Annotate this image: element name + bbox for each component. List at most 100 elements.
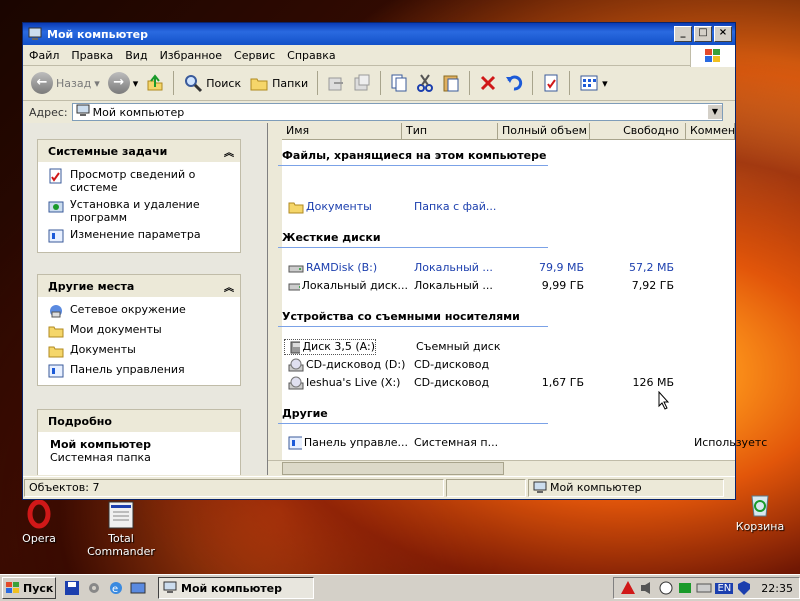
task-pane: Системные задачи ︽ Просмотр сведений о с… xyxy=(23,123,268,475)
maximize-button[interactable]: □ xyxy=(694,26,712,42)
column-header-name[interactable]: Имя xyxy=(282,123,402,139)
clock-icon[interactable] xyxy=(658,580,674,596)
address-input[interactable]: Мой компьютер ▼ xyxy=(71,103,723,121)
desktop-icon-recycle-bin[interactable]: Корзина xyxy=(734,488,786,533)
drive-row[interactable]: Диск 3,5 (A:) Съемный диск xyxy=(284,339,506,355)
place-network[interactable]: Сетевое окружение xyxy=(38,301,240,321)
task-change-setting[interactable]: Изменение параметра xyxy=(38,226,240,246)
collapse-chevron-icon[interactable]: ︽ xyxy=(224,279,234,294)
hard-disk-icon xyxy=(288,265,304,273)
drive-row[interactable]: CD-дисковод (D:) CD-дисковод xyxy=(284,357,504,373)
quick-launch: e xyxy=(64,580,146,596)
internet-explorer-icon[interactable]: e xyxy=(108,580,124,596)
move-to-icon xyxy=(328,77,344,91)
file-row[interactable]: Панель управле... Системная п... Использ… xyxy=(284,435,767,451)
drive-name: RAMDisk (B:) xyxy=(306,261,378,274)
group-divider xyxy=(278,165,548,166)
details-panel: Подробно Мой компьютер Системная папка xyxy=(37,409,241,475)
place-label: Сетевое окружение xyxy=(70,303,186,316)
gear-icon[interactable] xyxy=(86,580,102,596)
menu-file[interactable]: Файл xyxy=(23,49,65,62)
folders-button[interactable]: Папки xyxy=(247,73,310,93)
toolbar-separator xyxy=(569,71,571,95)
network-icon[interactable] xyxy=(677,580,693,596)
keyboard-icon[interactable] xyxy=(696,580,712,596)
delete-button[interactable] xyxy=(477,72,499,94)
security-icon[interactable] xyxy=(736,580,752,596)
task-view-system-info[interactable]: Просмотр сведений о системе xyxy=(38,166,240,196)
menu-edit[interactable]: Правка xyxy=(65,49,119,62)
up-folder-button[interactable] xyxy=(144,72,166,94)
copy-button[interactable] xyxy=(388,72,410,94)
details-header[interactable]: Подробно xyxy=(38,410,240,432)
title-bar[interactable]: Мой компьютер _ □ × xyxy=(23,23,735,45)
desktop-label-total-commander: Total Commander xyxy=(87,532,155,558)
desktop-icon-opera[interactable]: Opera xyxy=(14,499,64,545)
control-panel-icon xyxy=(288,436,302,450)
network-icon xyxy=(50,305,62,318)
drive-name: Локальный диск... xyxy=(301,279,408,292)
minimize-button[interactable]: _ xyxy=(674,26,692,42)
scissors-icon xyxy=(417,74,434,92)
desktop-icon-total-commander[interactable]: Total Commander xyxy=(86,500,156,558)
drive-row[interactable]: Локальный диск... Локальный ... 9,99 ГБ … xyxy=(284,278,674,294)
task-my-computer[interactable]: Мой компьютер xyxy=(158,577,314,599)
chevron-down-icon: ▾ xyxy=(602,76,608,90)
windows-logo-icon xyxy=(690,45,735,67)
status-location-text: Мой компьютер xyxy=(550,481,642,494)
drive-row[interactable]: Ieshua's Live (X:) CD-дисковод 1,67 ГБ 1… xyxy=(284,375,674,391)
scroll-thumb[interactable] xyxy=(282,462,504,475)
horizontal-scrollbar[interactable] xyxy=(268,460,735,475)
address-bar: Адрес: Мой компьютер ▼ xyxy=(23,101,735,124)
system-tasks-title: Системные задачи xyxy=(48,144,168,158)
column-header-type[interactable]: Тип xyxy=(402,123,498,139)
forward-button[interactable]: → ▾ xyxy=(106,72,141,94)
floppy-drive-icon xyxy=(290,341,301,354)
properties-button[interactable] xyxy=(540,72,562,94)
back-button[interactable]: ← Назад ▾ xyxy=(29,72,102,94)
task-label: Просмотр сведений о системе xyxy=(70,168,196,194)
clock[interactable]: 22:35 xyxy=(761,582,793,595)
address-dropdown-button[interactable]: ▼ xyxy=(708,105,722,119)
save-icon[interactable] xyxy=(64,580,80,596)
paste-button[interactable] xyxy=(440,72,462,94)
undo-button[interactable] xyxy=(503,72,525,94)
column-header-free[interactable]: Свободно xyxy=(590,123,686,139)
add-remove-programs-icon xyxy=(48,201,64,213)
close-button[interactable]: × xyxy=(714,26,732,42)
svg-text:e: e xyxy=(112,584,118,595)
forward-arrow-icon: → xyxy=(107,72,130,94)
toolbar-separator xyxy=(380,71,382,95)
column-header-total[interactable]: Полный объем xyxy=(498,123,590,139)
place-control-panel[interactable]: Панель управления xyxy=(38,361,240,381)
cd-drive-icon xyxy=(288,376,304,390)
drive-free: 57,2 МБ xyxy=(628,261,674,274)
start-button[interactable]: Пуск xyxy=(2,577,56,599)
menu-help[interactable]: Справка xyxy=(281,49,341,62)
move-to-button[interactable] xyxy=(325,72,347,94)
show-desktop-icon[interactable] xyxy=(130,580,146,596)
place-my-documents[interactable]: Мои документы xyxy=(38,321,240,341)
menu-tools[interactable]: Сервис xyxy=(228,49,281,62)
language-indicator[interactable]: EN xyxy=(715,582,734,594)
opera-icon xyxy=(23,499,55,532)
drive-row[interactable]: RAMDisk (B:) Локальный ... 79,9 МБ 57,2 … xyxy=(284,260,674,276)
speaker-icon[interactable] xyxy=(639,580,655,596)
search-button[interactable]: Поиск xyxy=(181,73,243,93)
menu-view[interactable]: Вид xyxy=(119,49,153,62)
task-add-remove-programs[interactable]: Установка и удаление программ xyxy=(38,196,240,226)
warning-icon[interactable] xyxy=(620,580,636,596)
folders-label: Папки xyxy=(272,76,309,90)
collapse-chevron-icon[interactable]: ︽ xyxy=(224,144,234,159)
views-button[interactable]: ▾ xyxy=(577,73,610,93)
copy-to-button[interactable] xyxy=(351,72,373,94)
place-documents[interactable]: Документы xyxy=(38,341,240,361)
drive-type: Локальный ... xyxy=(414,279,493,292)
system-tasks-header[interactable]: Системные задачи ︽ xyxy=(38,140,240,162)
file-row[interactable]: Документы Папка с фай... xyxy=(284,199,504,215)
other-places-header[interactable]: Другие места ︽ xyxy=(38,275,240,297)
cut-button[interactable] xyxy=(414,72,436,94)
menu-favorites[interactable]: Избранное xyxy=(154,49,228,62)
column-header-comment[interactable]: Комментарии xyxy=(686,123,735,139)
drive-name: Ieshua's Live (X:) xyxy=(306,376,401,389)
